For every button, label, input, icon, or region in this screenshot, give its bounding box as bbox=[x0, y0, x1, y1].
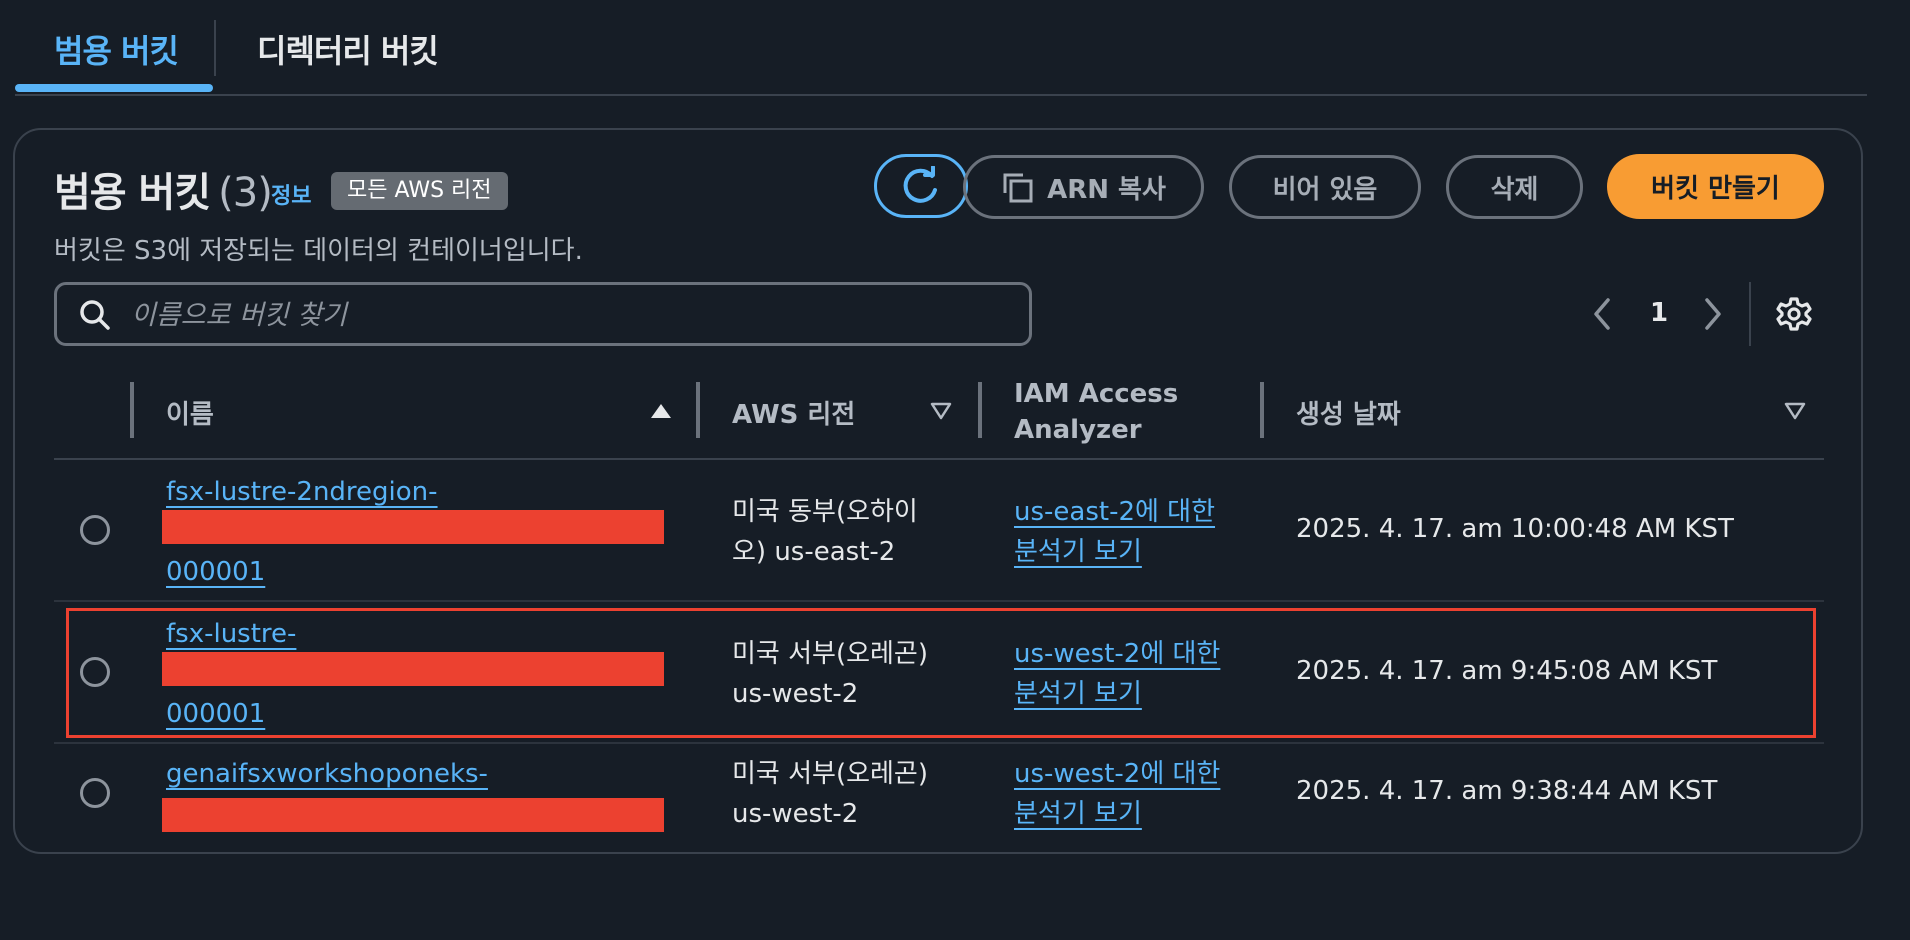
column-header-region[interactable]: AWS 리전 bbox=[732, 394, 855, 431]
bucket-name-part: fsx-lustre-2ndregion- bbox=[166, 477, 438, 507]
tab-directory-buckets[interactable]: 디렉터리 버킷 bbox=[257, 26, 439, 72]
refresh-button[interactable] bbox=[874, 154, 968, 218]
created-date-cell: 2025. 4. 17. am 9:38:44 AM KST bbox=[1296, 776, 1718, 806]
bucket-search-field[interactable] bbox=[54, 282, 1032, 346]
column-header-iam-line2: Analyzer bbox=[1014, 415, 1142, 445]
search-icon bbox=[80, 300, 110, 330]
column-divider bbox=[978, 382, 982, 438]
column-divider bbox=[130, 382, 134, 438]
column-divider bbox=[1260, 382, 1264, 438]
info-link[interactable]: 정보 bbox=[271, 178, 311, 210]
created-date-cell: 2025. 4. 17. am 10:00:48 AM KST bbox=[1296, 514, 1734, 544]
sort-descending-icon[interactable] bbox=[930, 402, 952, 420]
view-analyzer-link[interactable]: us-east-2에 대한 분석기 보기 bbox=[1014, 492, 1215, 572]
column-header-created[interactable]: 생성 날짜 bbox=[1296, 394, 1401, 431]
search-input[interactable] bbox=[129, 291, 1013, 339]
refresh-icon bbox=[903, 166, 937, 203]
view-analyzer-link[interactable]: us-west-2에 대한 분석기 보기 bbox=[1014, 754, 1220, 834]
column-header-iam-access-analyzer[interactable]: IAM Access Analyzer bbox=[1014, 376, 1178, 448]
region-cell: 미국 동부(오하이 오) us-east-2 bbox=[732, 492, 918, 572]
column-header-iam-line1: IAM Access bbox=[1014, 379, 1179, 409]
table-header: 이름 AWS 리전 IAM Access Analyzer 생성 날짜 bbox=[54, 376, 1824, 460]
delete-bucket-button[interactable]: 삭제 bbox=[1446, 155, 1583, 219]
table-row[interactable]: genaifsxworkshoponeks- 미국 서부(오레곤) us-wes… bbox=[54, 742, 1824, 842]
analyzer-link-line2: 분석기 보기 bbox=[1014, 799, 1142, 829]
region-cell: 미국 서부(오레곤) us-west-2 bbox=[732, 754, 928, 834]
pagination-divider bbox=[1749, 282, 1751, 346]
copy-arn-button[interactable]: ARN 복사 bbox=[963, 155, 1204, 219]
active-tab-indicator bbox=[15, 84, 213, 92]
region-line1: 미국 동부(오하이 bbox=[732, 497, 918, 527]
tab-divider bbox=[214, 20, 216, 76]
analyzer-link-line2: 분석기 보기 bbox=[1014, 537, 1142, 567]
create-bucket-button[interactable]: 버킷 만들기 bbox=[1607, 154, 1824, 219]
analyzer-link-line1: us-west-2에 대한 bbox=[1014, 759, 1221, 789]
bucket-name-suffix: 000001 bbox=[166, 557, 266, 587]
redaction-block bbox=[162, 798, 664, 832]
previous-page-icon[interactable] bbox=[1590, 296, 1614, 332]
page-description: 버킷은 S3에 저장되는 데이터의 컨테이너입니다. bbox=[54, 236, 583, 266]
next-page-icon[interactable] bbox=[1701, 296, 1725, 332]
row-select-radio[interactable] bbox=[80, 778, 110, 808]
analyzer-link-line1: us-east-2에 대한 bbox=[1014, 497, 1216, 527]
column-header-name[interactable]: 이름 bbox=[166, 394, 214, 431]
gear-icon[interactable] bbox=[1776, 296, 1812, 332]
copy-icon bbox=[1001, 171, 1033, 203]
all-regions-badge: 모든 AWS 리전 bbox=[331, 172, 508, 210]
row-select-radio[interactable] bbox=[80, 515, 110, 545]
page-title: 범용 버킷 (3) bbox=[54, 160, 273, 218]
region-line2: 오) us-east-2 bbox=[732, 537, 896, 567]
tab-general-purpose-buckets[interactable]: 범용 버킷 bbox=[54, 26, 179, 72]
table-row[interactable]: fsx-lustre-2ndregion- 000001 미국 동부(오하이 오… bbox=[54, 458, 1824, 602]
bucket-count: (3) bbox=[218, 170, 273, 216]
bucket-name-link[interactable]: genaifsxworkshoponeks- bbox=[166, 754, 488, 794]
redaction-block bbox=[162, 510, 664, 544]
sort-descending-icon[interactable] bbox=[1784, 402, 1806, 420]
region-line1: 미국 서부(오레곤) bbox=[732, 759, 928, 789]
highlight-annotation-box bbox=[66, 608, 1816, 738]
region-line2: us-west-2 bbox=[732, 799, 859, 829]
sort-ascending-icon[interactable] bbox=[650, 402, 672, 420]
current-page-number[interactable]: 1 bbox=[1647, 298, 1671, 328]
copy-arn-label: ARN 복사 bbox=[1047, 174, 1166, 205]
empty-bucket-button[interactable]: 비어 있음 bbox=[1229, 155, 1421, 219]
bucket-type-tabs: 범용 버킷 디렉터리 버킷 bbox=[15, 0, 1867, 96]
bucket-name-part: genaifsxworkshoponeks- bbox=[166, 759, 488, 789]
title-text: 범용 버킷 bbox=[54, 170, 211, 216]
column-divider bbox=[696, 382, 700, 438]
